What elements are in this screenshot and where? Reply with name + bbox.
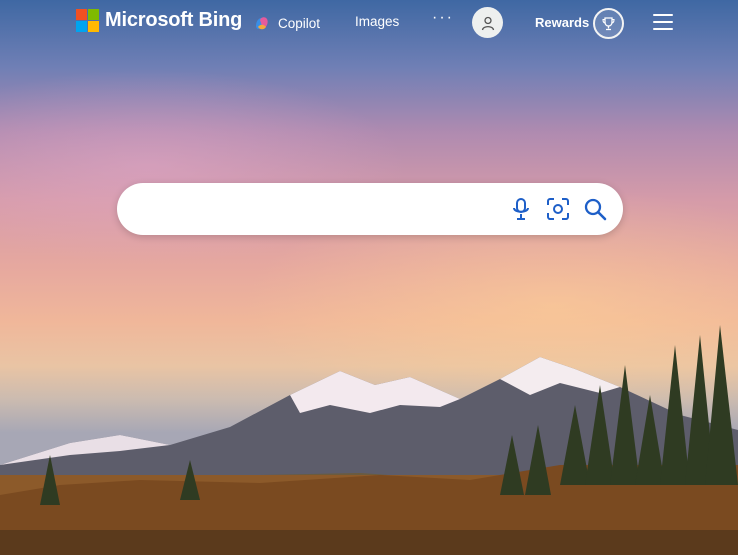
rewards-link[interactable]: Rewards	[535, 15, 589, 30]
search-icon	[584, 198, 607, 221]
menu-line	[653, 21, 673, 23]
rewards-button[interactable]	[593, 8, 624, 39]
profile-button[interactable]	[472, 7, 503, 38]
nav-copilot[interactable]: Copilot	[253, 14, 320, 32]
top-navigation-bar: Microsoft Bing Copilot Images ··· Reward…	[0, 0, 738, 44]
visual-search-button[interactable]	[545, 196, 571, 222]
menu-line	[653, 28, 673, 30]
nav-images-label: Images	[355, 14, 400, 29]
copilot-icon	[256, 17, 268, 30]
forest-treeline	[0, 325, 738, 555]
more-menu-button[interactable]: ···	[432, 9, 454, 27]
search-button[interactable]	[582, 196, 608, 222]
search-input[interactable]	[137, 195, 501, 225]
microphone-icon	[513, 198, 529, 220]
visual-search-icon	[547, 198, 569, 220]
nav-copilot-label: Copilot	[278, 15, 321, 31]
microsoft-logo-icon	[76, 9, 99, 32]
search-box	[117, 183, 623, 235]
user-icon	[481, 16, 494, 30]
voice-search-button[interactable]	[508, 196, 534, 222]
hamburger-menu-icon	[653, 14, 673, 16]
trophy-icon	[602, 17, 615, 31]
nav-images[interactable]: Images	[355, 14, 399, 29]
bing-logo[interactable]: Microsoft Bing	[76, 9, 242, 32]
hamburger-menu-button[interactable]	[653, 14, 673, 30]
brand-name: Microsoft Bing	[105, 9, 243, 31]
